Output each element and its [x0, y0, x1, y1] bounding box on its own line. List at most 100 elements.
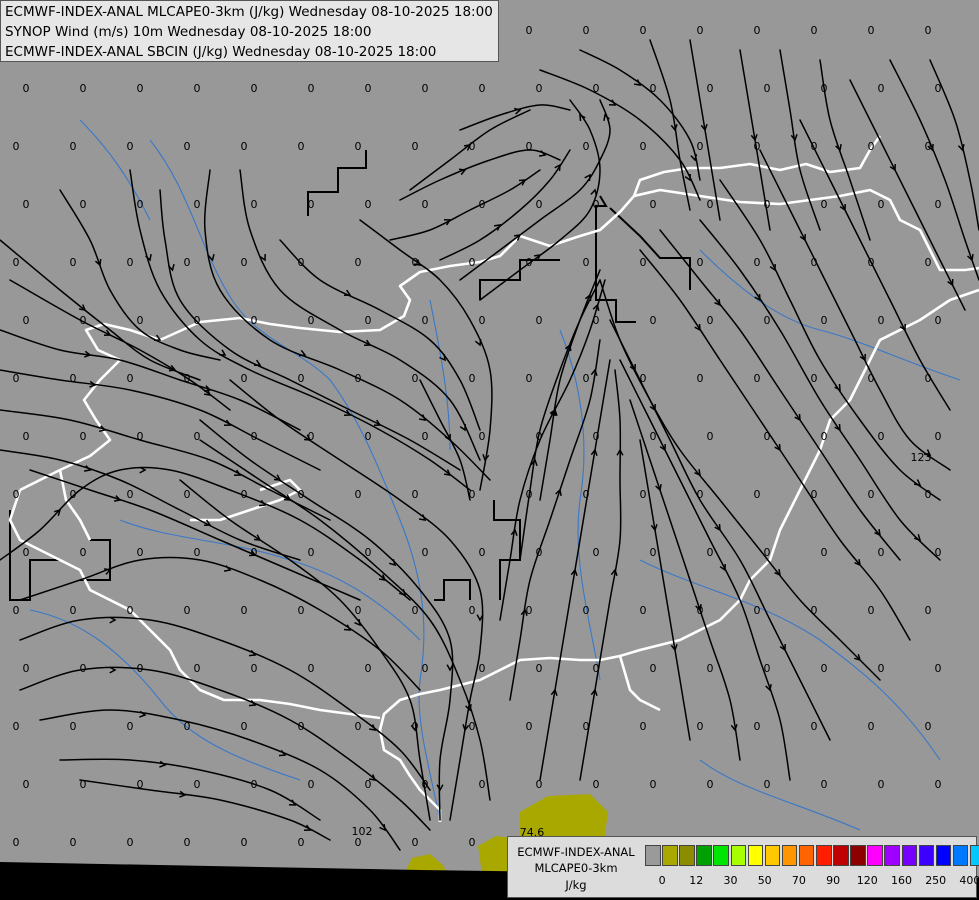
- river-4: [119, 519, 421, 641]
- value-label: 0: [526, 140, 533, 153]
- value-label: 0: [412, 372, 419, 385]
- wind-streamline: [539, 359, 611, 781]
- value-label: 0: [640, 256, 647, 269]
- value-label: 0: [412, 720, 419, 733]
- wind-streamline: [279, 239, 481, 431]
- value-label: 0: [583, 372, 590, 385]
- wind-arrow-head: [343, 289, 352, 296]
- value-label: 0: [308, 546, 315, 559]
- value-label: 0: [754, 720, 761, 733]
- value-label: 0: [127, 604, 134, 617]
- wind-streamline: [19, 616, 431, 791]
- value-label: 0: [298, 720, 305, 733]
- wind-arrow-head: [514, 107, 522, 115]
- value-label: 0: [697, 720, 704, 733]
- value-label: 0: [764, 662, 771, 675]
- value-label: 0: [70, 256, 77, 269]
- value-label: 0: [640, 720, 647, 733]
- value-label: 0: [925, 720, 932, 733]
- legend-swatch: [867, 845, 883, 866]
- value-label: 0: [469, 256, 476, 269]
- wind-arrow-head: [584, 173, 591, 182]
- value-label: 0: [697, 372, 704, 385]
- value-label: 0: [469, 836, 476, 849]
- wind-arrow-head: [684, 173, 691, 182]
- value-label: 0: [697, 256, 704, 269]
- value-label: 0: [593, 82, 600, 95]
- value-label: 0: [80, 198, 87, 211]
- value-label: 0: [23, 430, 30, 443]
- wind-streamline: [459, 99, 611, 281]
- value-label: 0: [469, 140, 476, 153]
- wind-arrow-head: [957, 144, 965, 152]
- legend-swatch: [747, 845, 764, 866]
- legend-swatch: [798, 845, 815, 866]
- river-9: [429, 299, 451, 451]
- value-label: 0: [935, 662, 942, 675]
- value-label: 0: [298, 140, 305, 153]
- value-label-layer: 0 0 0 0 0 0 0 0 0 0 0 0 0 0 0 0 0 0 0 0 0 0 0 0 0 0 0 0 0 0 0 0 0 0 0 0 0 0 0 0…: [13, 24, 942, 849]
- wind-streamline: [389, 169, 541, 241]
- value-label: 0: [764, 198, 771, 211]
- value-label: 0: [878, 314, 885, 327]
- value-label: 0: [127, 720, 134, 733]
- value-label: 0: [127, 372, 134, 385]
- cin-contour-2: [609, 207, 691, 290]
- value-label: 0: [821, 546, 828, 559]
- legend-title-parameter: MLCAPE0-3km: [534, 861, 618, 875]
- value-label: 0: [241, 488, 248, 501]
- legend-swatch: [901, 845, 917, 866]
- value-label: 0: [23, 82, 30, 95]
- value-label: 0: [821, 430, 828, 443]
- value-label: 0: [137, 198, 144, 211]
- value-label: 0: [23, 314, 30, 327]
- value-label: 0: [241, 604, 248, 617]
- value-label: 0: [479, 430, 486, 443]
- value-label: 0: [536, 430, 543, 443]
- value-label: 0: [479, 82, 486, 95]
- value-label: 0: [650, 198, 657, 211]
- value-label: 0: [355, 604, 362, 617]
- value-label: 0: [127, 140, 134, 153]
- value-label: 0: [536, 662, 543, 675]
- value-label: 0: [536, 198, 543, 211]
- value-label: 0: [308, 662, 315, 675]
- legend-swatch: [884, 845, 900, 866]
- value-label: 0: [583, 140, 590, 153]
- value-label: 0: [251, 778, 258, 791]
- value-label: 0: [821, 198, 828, 211]
- value-label: 0: [878, 546, 885, 559]
- wind-arrow-head: [218, 349, 227, 356]
- value-label: 0: [878, 430, 885, 443]
- wind-streamline: [439, 149, 571, 261]
- value-label: 0: [194, 82, 201, 95]
- value-label: 0: [127, 256, 134, 269]
- value-label: 0: [127, 488, 134, 501]
- value-label: 0: [821, 314, 828, 327]
- value-label: 0: [479, 314, 486, 327]
- value-label: 0: [13, 256, 20, 269]
- value-label: 0: [365, 198, 372, 211]
- wind-streamline: [539, 269, 601, 501]
- cin-contour-4: [434, 579, 471, 601]
- value-label: 0: [23, 778, 30, 791]
- wind-streamline: [79, 779, 331, 841]
- value-label: 0: [707, 778, 714, 791]
- value-label: 0: [13, 836, 20, 849]
- value-label: 0: [241, 836, 248, 849]
- legend-swatch: [730, 845, 746, 866]
- value-label: 0: [479, 662, 486, 675]
- value-label: 0: [754, 24, 761, 37]
- legend-unit: J/kg: [565, 878, 587, 892]
- value-label: 0: [925, 372, 932, 385]
- value-label: 0: [412, 836, 419, 849]
- value-label: 0: [935, 430, 942, 443]
- value-label: 0: [583, 604, 590, 617]
- wind-streamline: [599, 279, 881, 681]
- value-label: 0: [194, 314, 201, 327]
- weather-map[interactable]: 0 0 0 0 0 0 0 0 0 0 0 0 0 0 0 0 0 0 0 0 0 0 0 0 0 0 0 0 0 0 0 0 0 0 0 0 0 0 0 0…: [0, 0, 979, 900]
- value-label: 0: [764, 430, 771, 443]
- value-label: 0: [70, 836, 77, 849]
- value-label: 0: [422, 546, 429, 559]
- value-label: 0: [707, 82, 714, 95]
